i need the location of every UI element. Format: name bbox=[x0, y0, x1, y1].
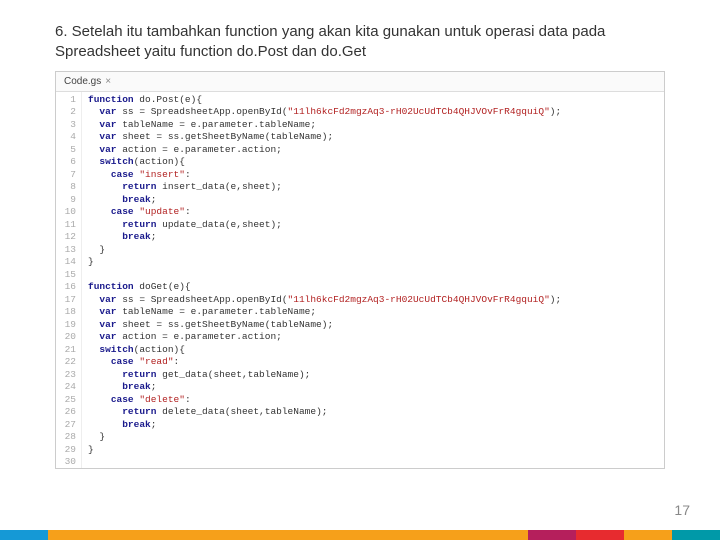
line-number: 3 bbox=[56, 119, 76, 132]
code-editor: Code.gs × 123456789101112131415161718192… bbox=[55, 71, 665, 469]
line-number: 25 bbox=[56, 394, 76, 407]
code-line[interactable]: } bbox=[88, 244, 664, 257]
code-line[interactable]: return update_data(e,sheet); bbox=[88, 219, 664, 232]
code-line[interactable]: switch(action){ bbox=[88, 156, 664, 169]
stripe-segment bbox=[48, 530, 528, 540]
code-line[interactable]: } bbox=[88, 256, 664, 269]
line-number: 17 bbox=[56, 294, 76, 307]
line-gutter: 1234567891011121314151617181920212223242… bbox=[56, 92, 82, 468]
line-number: 21 bbox=[56, 344, 76, 357]
tab-label: Code.gs bbox=[64, 76, 101, 87]
line-number: 26 bbox=[56, 406, 76, 419]
line-number: 29 bbox=[56, 444, 76, 457]
code-line[interactable]: case "read": bbox=[88, 356, 664, 369]
line-number: 23 bbox=[56, 369, 76, 382]
line-number: 12 bbox=[56, 231, 76, 244]
code-line[interactable]: return delete_data(sheet,tableName); bbox=[88, 406, 664, 419]
close-icon[interactable]: × bbox=[105, 76, 111, 87]
line-number: 2 bbox=[56, 106, 76, 119]
code-area[interactable]: 1234567891011121314151617181920212223242… bbox=[56, 92, 664, 468]
line-number: 5 bbox=[56, 144, 76, 157]
stripe-segment bbox=[528, 530, 576, 540]
line-number: 16 bbox=[56, 281, 76, 294]
line-number: 13 bbox=[56, 244, 76, 257]
line-number: 15 bbox=[56, 269, 76, 282]
line-number: 9 bbox=[56, 194, 76, 207]
code-line[interactable]: switch(action){ bbox=[88, 344, 664, 357]
line-number: 4 bbox=[56, 131, 76, 144]
code-line[interactable]: break; bbox=[88, 231, 664, 244]
tab-bar: Code.gs × bbox=[56, 72, 664, 92]
code-line[interactable]: var sheet = ss.getSheetByName(tableName)… bbox=[88, 131, 664, 144]
line-number: 18 bbox=[56, 306, 76, 319]
code-line[interactable]: var ss = SpreadsheetApp.openById("11lh6k… bbox=[88, 294, 664, 307]
line-number: 27 bbox=[56, 419, 76, 432]
code-line[interactable]: function doGet(e){ bbox=[88, 281, 664, 294]
line-number: 11 bbox=[56, 219, 76, 232]
line-number: 1 bbox=[56, 94, 76, 107]
code-line[interactable]: var action = e.parameter.action; bbox=[88, 144, 664, 157]
line-number: 22 bbox=[56, 356, 76, 369]
code-line[interactable]: var tableName = e.parameter.tableName; bbox=[88, 306, 664, 319]
code-line[interactable]: case "update": bbox=[88, 206, 664, 219]
code-line[interactable]: } bbox=[88, 444, 664, 457]
code-line[interactable]: case "insert": bbox=[88, 169, 664, 182]
line-number: 8 bbox=[56, 181, 76, 194]
code-line[interactable]: function do.Post(e){ bbox=[88, 94, 664, 107]
code-line[interactable]: break; bbox=[88, 419, 664, 432]
code-line[interactable]: break; bbox=[88, 194, 664, 207]
footer-stripe bbox=[0, 530, 720, 540]
stripe-segment bbox=[624, 530, 672, 540]
code-content[interactable]: function do.Post(e){ var ss = Spreadshee… bbox=[82, 92, 664, 468]
line-number: 30 bbox=[56, 456, 76, 468]
code-line[interactable]: var tableName = e.parameter.tableName; bbox=[88, 119, 664, 132]
code-line[interactable]: break; bbox=[88, 381, 664, 394]
code-line[interactable]: return insert_data(e,sheet); bbox=[88, 181, 664, 194]
stripe-segment bbox=[672, 530, 720, 540]
line-number: 7 bbox=[56, 169, 76, 182]
stripe-segment bbox=[0, 530, 48, 540]
line-number: 10 bbox=[56, 206, 76, 219]
code-line[interactable]: var action = e.parameter.action; bbox=[88, 331, 664, 344]
line-number: 28 bbox=[56, 431, 76, 444]
code-line[interactable] bbox=[88, 456, 664, 468]
stripe-segment bbox=[576, 530, 624, 540]
tab-code-gs[interactable]: Code.gs × bbox=[60, 74, 115, 89]
code-line[interactable]: var sheet = ss.getSheetByName(tableName)… bbox=[88, 319, 664, 332]
code-line[interactable]: var ss = SpreadsheetApp.openById("11lh6k… bbox=[88, 106, 664, 119]
line-number: 14 bbox=[56, 256, 76, 269]
slide-title: 6. Setelah itu tambahkan function yang a… bbox=[0, 0, 720, 71]
code-line[interactable]: return get_data(sheet,tableName); bbox=[88, 369, 664, 382]
code-line[interactable] bbox=[88, 269, 664, 282]
line-number: 20 bbox=[56, 331, 76, 344]
code-line[interactable]: case "delete": bbox=[88, 394, 664, 407]
page-number: 17 bbox=[674, 502, 690, 518]
line-number: 19 bbox=[56, 319, 76, 332]
line-number: 6 bbox=[56, 156, 76, 169]
line-number: 24 bbox=[56, 381, 76, 394]
code-line[interactable]: } bbox=[88, 431, 664, 444]
